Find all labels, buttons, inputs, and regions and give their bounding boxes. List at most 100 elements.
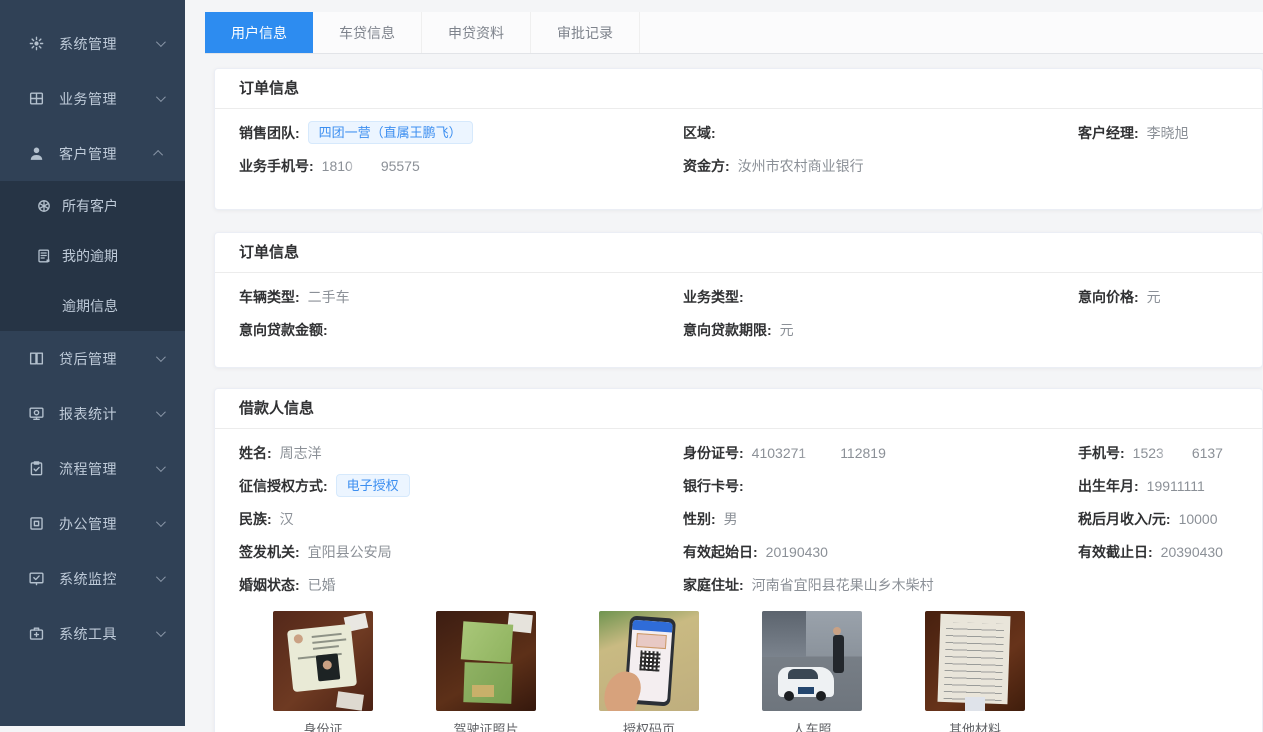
tab-user-info[interactable]: 用户信息 [205, 12, 313, 53]
sidebar-item-label: 所有客户 [62, 196, 118, 216]
field-issuing-authority: 签发机关:宜阳县公安局 [239, 540, 683, 564]
monitor-check-icon [28, 570, 45, 587]
redaction-box [1165, 446, 1191, 459]
borrower-info-card: 借款人信息 姓名:周志洋 身份证号:4103271112819 手机号:1523… [214, 388, 1263, 732]
field-intended-loan-term: 意向贷款期限:元 [683, 318, 1078, 342]
sidebar-item-overdue-info[interactable]: 逾期信息 [0, 281, 185, 331]
chevron-up-icon [153, 150, 163, 160]
sales-team-tag[interactable]: 四团一营（直属王鹏飞） [308, 121, 473, 144]
sidebar-item-system-monitor[interactable]: 系统监控 [0, 551, 185, 606]
field-region: 区域: [683, 121, 1078, 145]
tab-approval-records[interactable]: 审批记录 [531, 12, 640, 53]
sidebar-item-label: 系统工具 [59, 624, 117, 644]
person-car-photo[interactable]: 人车照 [762, 611, 862, 732]
id-card-photo[interactable]: 身份证 [273, 611, 373, 732]
book-icon [28, 350, 45, 367]
monitor-icon [28, 405, 45, 422]
sidebar-item-office-management[interactable]: 办公管理 [0, 496, 185, 551]
card-title: 订单信息 [215, 233, 1262, 273]
tab-car-loan-info[interactable]: 车贷信息 [313, 12, 422, 53]
chevron-down-icon [156, 352, 166, 362]
photo-caption: 授权码页 [599, 719, 699, 732]
green-booklet-photo[interactable]: 驾驶证照片 [436, 611, 536, 732]
sidebar-item-label: 我的逾期 [62, 246, 118, 266]
gear-icon [28, 35, 45, 52]
photo-caption: 其他材料 [925, 719, 1025, 732]
field-mobile-phone: 手机号:15236137 [1078, 441, 1238, 465]
field-name: 姓名:周志洋 [239, 441, 683, 465]
field-business-phone: 业务手机号:181095575 [239, 154, 683, 178]
field-id-number: 身份证号:4103271112819 [683, 441, 1078, 465]
field-ethnicity: 民族:汉 [239, 507, 683, 531]
order-info-card-2: 订单信息 车辆类型:二手车 业务类型: 意向价格:元 意向贷款金额: 意向贷款期… [214, 232, 1263, 368]
field-home-address: 家庭住址:河南省宜阳县花果山乡木柴村 [683, 573, 1078, 597]
sidebar-item-report-statistics[interactable]: 报表统计 [0, 386, 185, 441]
photo-caption: 人车照 [762, 719, 862, 732]
box-icon [28, 515, 45, 532]
sidebar-item-label: 系统监控 [59, 569, 117, 589]
field-credit-auth-method: 征信授权方式:电子授权 [239, 474, 683, 498]
sidebar-item-business-management[interactable]: 业务管理 [0, 71, 185, 126]
sidebar: 系统管理 业务管理 客户管理 所有客户 我的逾期 逾期信息 [0, 0, 185, 726]
field-valid-to: 有效截止日:20390430 [1078, 540, 1238, 564]
sidebar-item-label: 贷后管理 [59, 349, 117, 369]
sidebar-item-my-overdue[interactable]: 我的逾期 [0, 231, 185, 281]
field-birth-date: 出生年月:19911111 [1078, 474, 1238, 498]
sidebar-item-system-tools[interactable]: 系统工具 [0, 606, 185, 661]
order-info-card-1: 订单信息 销售团队:四团一营（直属王鹏飞） 区域: 客户经理:李晓旭 业务手机号… [214, 68, 1263, 210]
user-icon [28, 145, 45, 162]
field-gender: 性别:男 [683, 507, 1078, 531]
photo-caption: 身份证 [273, 719, 373, 732]
sidebar-item-all-customers[interactable]: 所有客户 [0, 181, 185, 231]
redaction-box [354, 159, 380, 172]
sidebar-item-customer-management[interactable]: 客户管理 [0, 126, 185, 181]
document-photo-thumb [925, 611, 1025, 711]
document-photo[interactable]: 其他材料 [925, 611, 1025, 732]
chevron-down-icon [156, 92, 166, 102]
field-marital-status: 婚姻状态:已婚 [239, 573, 683, 597]
toolbox-icon [28, 625, 45, 642]
field-bank-card-number: 银行卡号: [683, 474, 1078, 498]
chevron-down-icon [156, 462, 166, 472]
card-title: 订单信息 [215, 69, 1262, 109]
field-funding-party: 资金方:汝州市农村商业银行 [683, 154, 1078, 178]
grid-icon [28, 90, 45, 107]
field-sales-team: 销售团队:四团一营（直属王鹏飞） [239, 121, 683, 145]
field-business-type: 业务类型: [683, 285, 1078, 309]
sidebar-item-label: 系统管理 [59, 34, 117, 54]
borrower-photo-gallery: 身份证 驾驶证照片 授权码页 [273, 611, 1238, 732]
sidebar-item-label: 流程管理 [59, 459, 117, 479]
sidebar-item-label: 逾期信息 [62, 296, 118, 316]
credit-auth-tag[interactable]: 电子授权 [336, 474, 410, 497]
customer-detail-page: { "colors": { "sidebar_bg": "#304156", "… [0, 0, 1263, 732]
tab-loan-application-docs[interactable]: 申贷资料 [422, 12, 531, 53]
sidebar-item-label: 客户管理 [59, 144, 117, 164]
sidebar-item-system-management[interactable]: 系统管理 [0, 16, 185, 71]
detail-tabs: 用户信息 车贷信息 申贷资料 审批记录 [205, 12, 1263, 54]
wheel-icon [36, 198, 52, 214]
sidebar-item-label: 报表统计 [59, 404, 117, 424]
sidebar-item-label: 业务管理 [59, 89, 117, 109]
notebook-icon [36, 248, 52, 264]
sidebar-item-label: 办公管理 [59, 514, 117, 534]
field-intended-loan-amount: 意向贷款金额: [239, 318, 683, 342]
person-car-photo-thumb [762, 611, 862, 711]
sidebar-item-process-management[interactable]: 流程管理 [0, 441, 185, 496]
customer-management-submenu: 所有客户 我的逾期 逾期信息 [0, 181, 185, 331]
field-account-manager: 客户经理:李晓旭 [1078, 121, 1238, 145]
chevron-down-icon [156, 572, 166, 582]
redaction-box [807, 446, 839, 459]
chevron-down-icon [156, 37, 166, 47]
photo-caption: 驾驶证照片 [436, 719, 536, 732]
phone-qr-photo[interactable]: 授权码页 [599, 611, 699, 732]
card-title: 借款人信息 [215, 389, 1262, 429]
phone-qr-photo-thumb [599, 611, 699, 711]
chevron-down-icon [156, 627, 166, 637]
field-intended-price: 意向价格:元 [1078, 285, 1238, 309]
chevron-down-icon [156, 407, 166, 417]
chevron-down-icon [156, 517, 166, 527]
field-vehicle-type: 车辆类型:二手车 [239, 285, 683, 309]
sidebar-item-postloan-management[interactable]: 贷后管理 [0, 331, 185, 386]
id-card-photo-thumb [273, 611, 373, 711]
field-monthly-income: 税后月收入/元:10000 [1078, 507, 1238, 531]
